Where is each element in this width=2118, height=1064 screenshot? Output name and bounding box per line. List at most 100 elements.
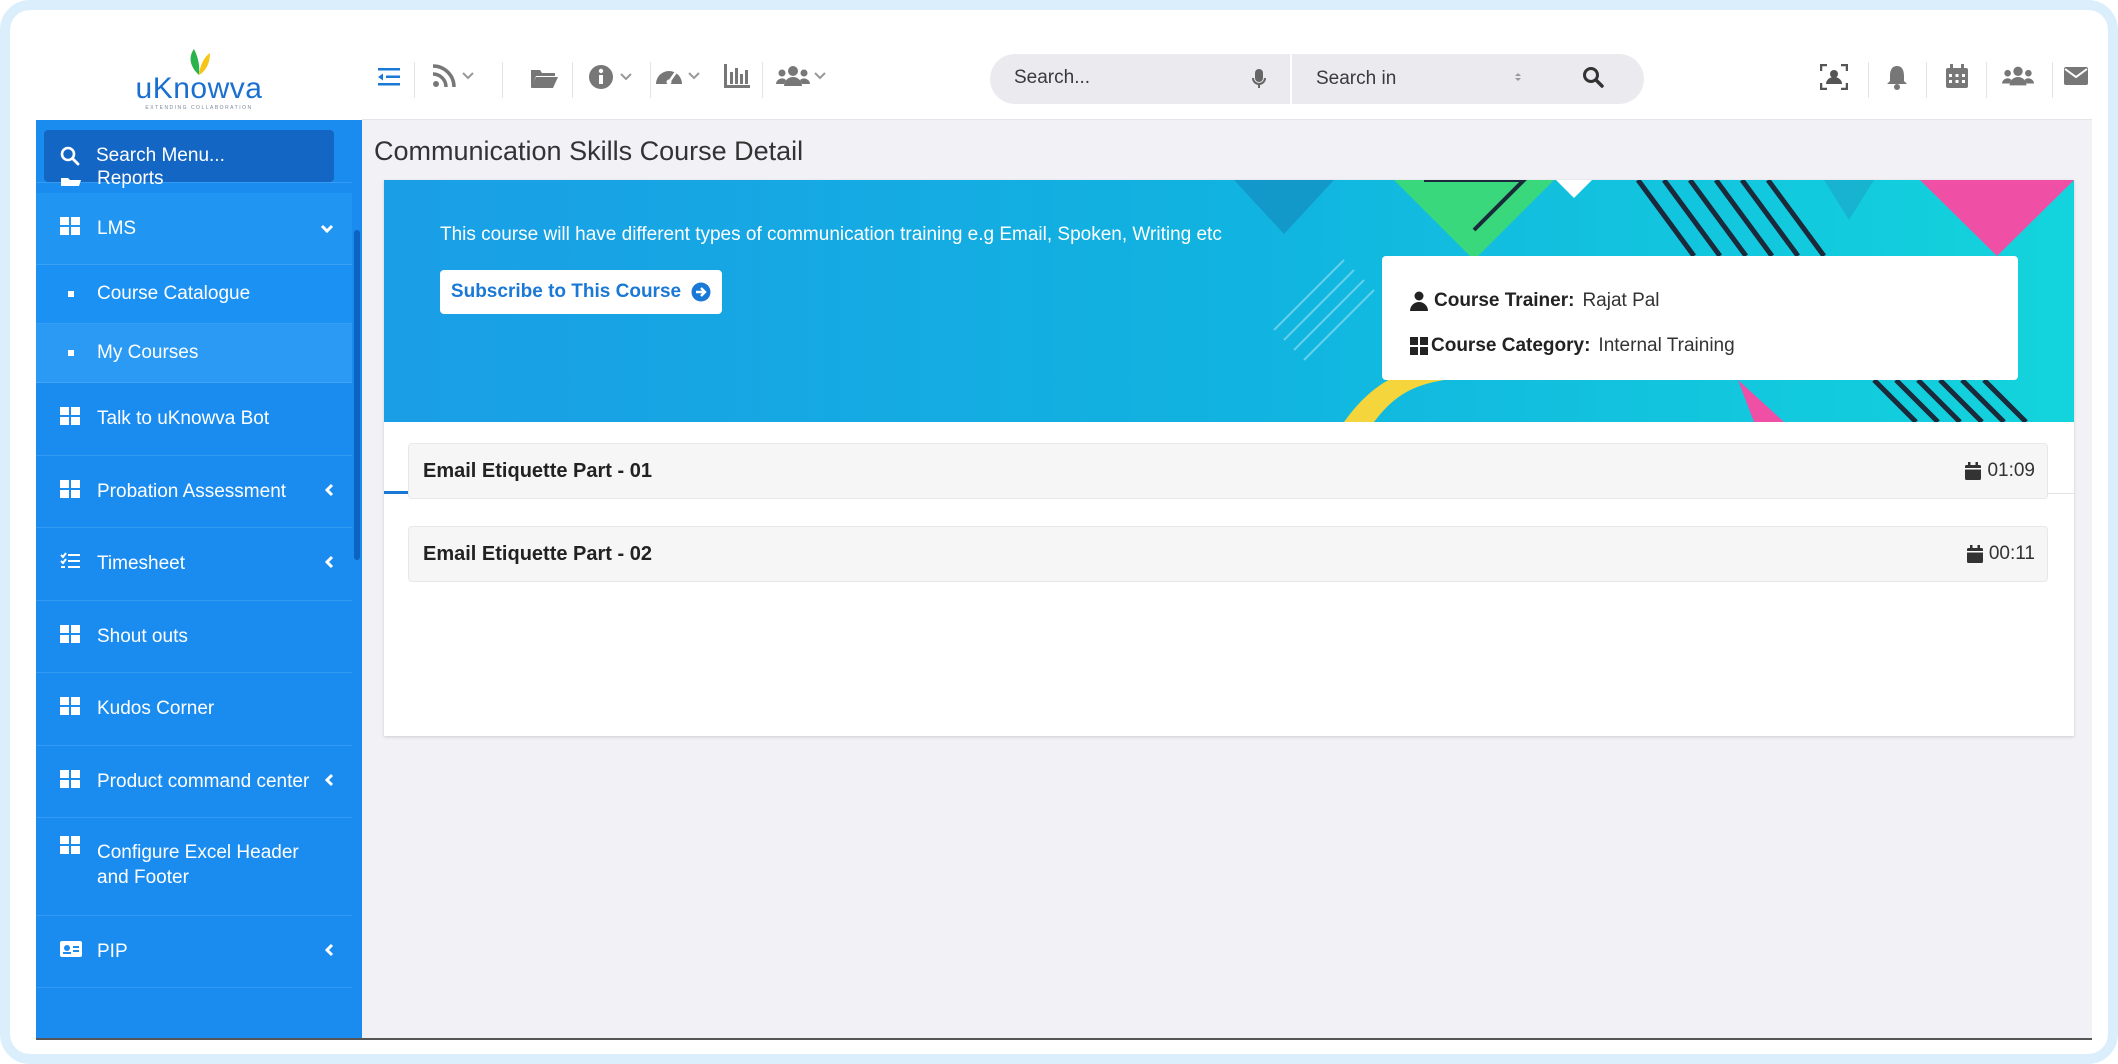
course-category-value: Internal Training xyxy=(1598,334,1735,356)
topbar-divider xyxy=(762,62,763,98)
topbar-divider xyxy=(572,62,573,98)
chevron-down-icon xyxy=(462,72,474,80)
users-icon[interactable] xyxy=(776,64,826,88)
chapter-duration: 00:11 xyxy=(1966,543,2035,565)
bullet-icon xyxy=(68,291,74,297)
topbar-divider xyxy=(1868,62,1869,98)
bar-chart-icon[interactable] xyxy=(724,64,750,88)
sidebar-item-reports[interactable]: Reports xyxy=(36,168,362,189)
subscribe-button[interactable]: Subscribe to This Course xyxy=(440,270,722,314)
topbar-divider xyxy=(1986,62,1987,98)
chapter-row[interactable]: Email Etiquette Part - 01 01:09 xyxy=(408,443,2048,499)
chapter-duration-value: 00:11 xyxy=(1988,543,2035,564)
grid-icon xyxy=(60,407,80,431)
sidebar-item-label: PIP xyxy=(97,940,128,962)
app-frame: uKnowva EXTENDING COLLABORATION Search M… xyxy=(0,0,2118,1064)
sidebar-nav: Reports LMS Course Catalogue My Courses xyxy=(36,168,362,988)
user-icon xyxy=(1410,291,1428,311)
subscribe-label: Subscribe to This Course xyxy=(450,281,682,302)
search-menu-button[interactable]: Search Menu... xyxy=(44,130,334,182)
calendar-icon xyxy=(1965,462,1982,480)
course-category-row: Course Category: Internal Training xyxy=(1410,323,2018,368)
chapter-duration: 01:09 xyxy=(1965,460,2035,482)
sidebar-item-talk-to-bot[interactable]: Talk to uKnowva Bot xyxy=(36,383,362,456)
grid-icon xyxy=(60,769,80,794)
sidebar-item-label: Timesheet xyxy=(97,553,185,574)
topbar-divider xyxy=(650,62,651,98)
sidebar-item-course-catalogue[interactable]: Course Catalogue xyxy=(36,265,362,324)
course-description-text: This course will have different types of… xyxy=(440,224,1222,245)
sidebar-item-label: Reports xyxy=(97,168,164,189)
sidebar-item-pip[interactable]: PIP xyxy=(36,916,362,988)
sidebar-item-shout-outs[interactable]: Shout outs xyxy=(36,601,362,673)
chevron-left-icon xyxy=(324,481,334,503)
sidebar-scroll-thumb[interactable] xyxy=(354,230,360,560)
chevron-down-icon xyxy=(320,218,334,240)
id-card-icon xyxy=(60,940,82,963)
course-trainer-row: Course Trainer: Rajat Pal xyxy=(1410,278,2018,323)
sidebar-item-configure-excel[interactable]: Configure Excel Header and Footer xyxy=(36,818,362,916)
list-check-icon xyxy=(60,552,80,576)
microphone-icon[interactable] xyxy=(1252,68,1266,95)
logo[interactable]: uKnowva EXTENDING COLLABORATION xyxy=(36,38,362,120)
sidebar-item-label: My Courses xyxy=(97,342,199,363)
grid-icon xyxy=(60,479,80,504)
bottom-border xyxy=(36,1038,2092,1040)
sidebar-item-kudos-corner[interactable]: Kudos Corner xyxy=(36,673,362,746)
course-trainer-label: Course Trainer: xyxy=(1434,289,1575,311)
sidebar-scrollbar[interactable] xyxy=(352,120,362,1040)
arrow-circle-right-icon xyxy=(691,282,711,302)
team-icon[interactable] xyxy=(2002,64,2034,88)
chapter-title: Email Etiquette Part - 01 xyxy=(423,459,652,482)
sidebar-item-label: Probation Assessment xyxy=(97,480,287,502)
course-trainer-value: Rajat Pal xyxy=(1582,289,1660,311)
sidebar-item-label: Kudos Corner xyxy=(97,698,215,719)
sidebar-item-label: Talk to uKnowva Bot xyxy=(97,408,270,429)
sidebar-item-product-command-center[interactable]: Product command center xyxy=(36,746,362,818)
chevron-down-icon xyxy=(688,72,700,80)
search-icon xyxy=(60,146,80,166)
menu-collapse-icon[interactable] xyxy=(378,68,400,86)
sidebar: uKnowva EXTENDING COLLABORATION Search M… xyxy=(36,38,362,1040)
logo-leaf-icon xyxy=(186,47,212,77)
dashboard-icon[interactable] xyxy=(654,64,700,88)
course-card: This course will have different types of… xyxy=(384,180,2074,736)
grid-icon xyxy=(1410,336,1428,355)
envelope-icon[interactable] xyxy=(2064,67,2088,85)
page-title: Communication Skills Course Detail xyxy=(374,136,804,166)
logo-text: uKnowva xyxy=(135,72,263,105)
chevron-down-icon xyxy=(814,72,826,80)
logo-tagline: EXTENDING COLLABORATION xyxy=(145,105,253,111)
topbar-divider xyxy=(1926,62,1927,98)
rss-icon[interactable] xyxy=(432,64,474,88)
sidebar-item-my-courses[interactable]: My Courses xyxy=(36,324,362,383)
folder-icon[interactable] xyxy=(530,67,558,89)
sidebar-item-lms[interactable]: LMS xyxy=(36,193,362,265)
sidebar-item-label: Shout outs xyxy=(97,625,188,647)
bell-icon[interactable] xyxy=(1886,64,1908,90)
folder-open-icon xyxy=(60,170,82,192)
course-banner: This course will have different types of… xyxy=(384,180,2074,422)
chevron-left-icon xyxy=(324,941,334,963)
search-divider xyxy=(1290,54,1292,104)
course-category-label: Course Category: xyxy=(1431,334,1591,356)
global-search: Search... Search in xyxy=(990,54,1644,104)
search-input[interactable]: Search... xyxy=(1014,67,1090,89)
sidebar-item-probation-assessment[interactable]: Probation Assessment xyxy=(36,456,362,528)
face-scan-icon[interactable] xyxy=(1820,64,1848,90)
sidebar-item-timesheet[interactable]: Timesheet xyxy=(36,528,362,601)
search-submit-icon[interactable] xyxy=(1582,66,1604,93)
info-icon[interactable] xyxy=(588,64,632,90)
chapter-row[interactable]: Email Etiquette Part - 02 00:11 xyxy=(408,526,2048,582)
chapter-title: Email Etiquette Part - 02 xyxy=(423,542,652,565)
chevron-left-icon xyxy=(324,553,334,575)
grid-icon xyxy=(60,624,80,649)
sidebar-item-label: Course Catalogue xyxy=(97,283,251,304)
search-in-select[interactable]: Search in xyxy=(1316,68,1396,90)
calendar-icon[interactable] xyxy=(1946,64,1968,88)
topbar-divider xyxy=(2052,62,2053,98)
chapter-duration-value: 01:09 xyxy=(1987,460,2035,481)
search-menu-label: Search Menu... xyxy=(96,145,225,166)
course-info-box: Course Trainer: Rajat Pal Course Categor… xyxy=(1382,256,2018,380)
bullet-icon xyxy=(68,350,74,356)
